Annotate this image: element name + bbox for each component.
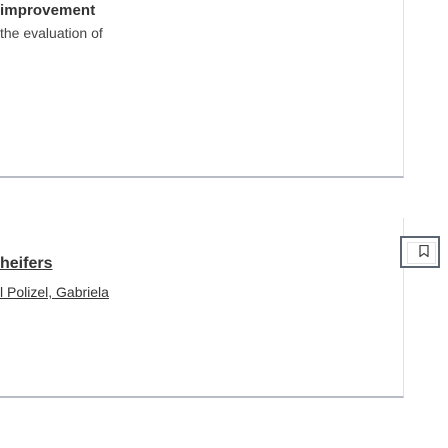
result-title-link[interactable]: heifers [0, 255, 52, 273]
page: improvement the evaluation of heifers l … [0, 0, 448, 448]
result-card: improvement the evaluation of [0, 0, 404, 178]
author-link[interactable]: l Polizel, Gabriela [0, 284, 109, 300]
result-card: heifers l Polizel, Gabriela [0, 218, 404, 398]
result-title[interactable]: improvement [0, 2, 95, 19]
bookmark-icon [419, 245, 429, 257]
bookmark-button[interactable] [400, 236, 440, 268]
result-snippet: the evaluation of [0, 25, 103, 41]
